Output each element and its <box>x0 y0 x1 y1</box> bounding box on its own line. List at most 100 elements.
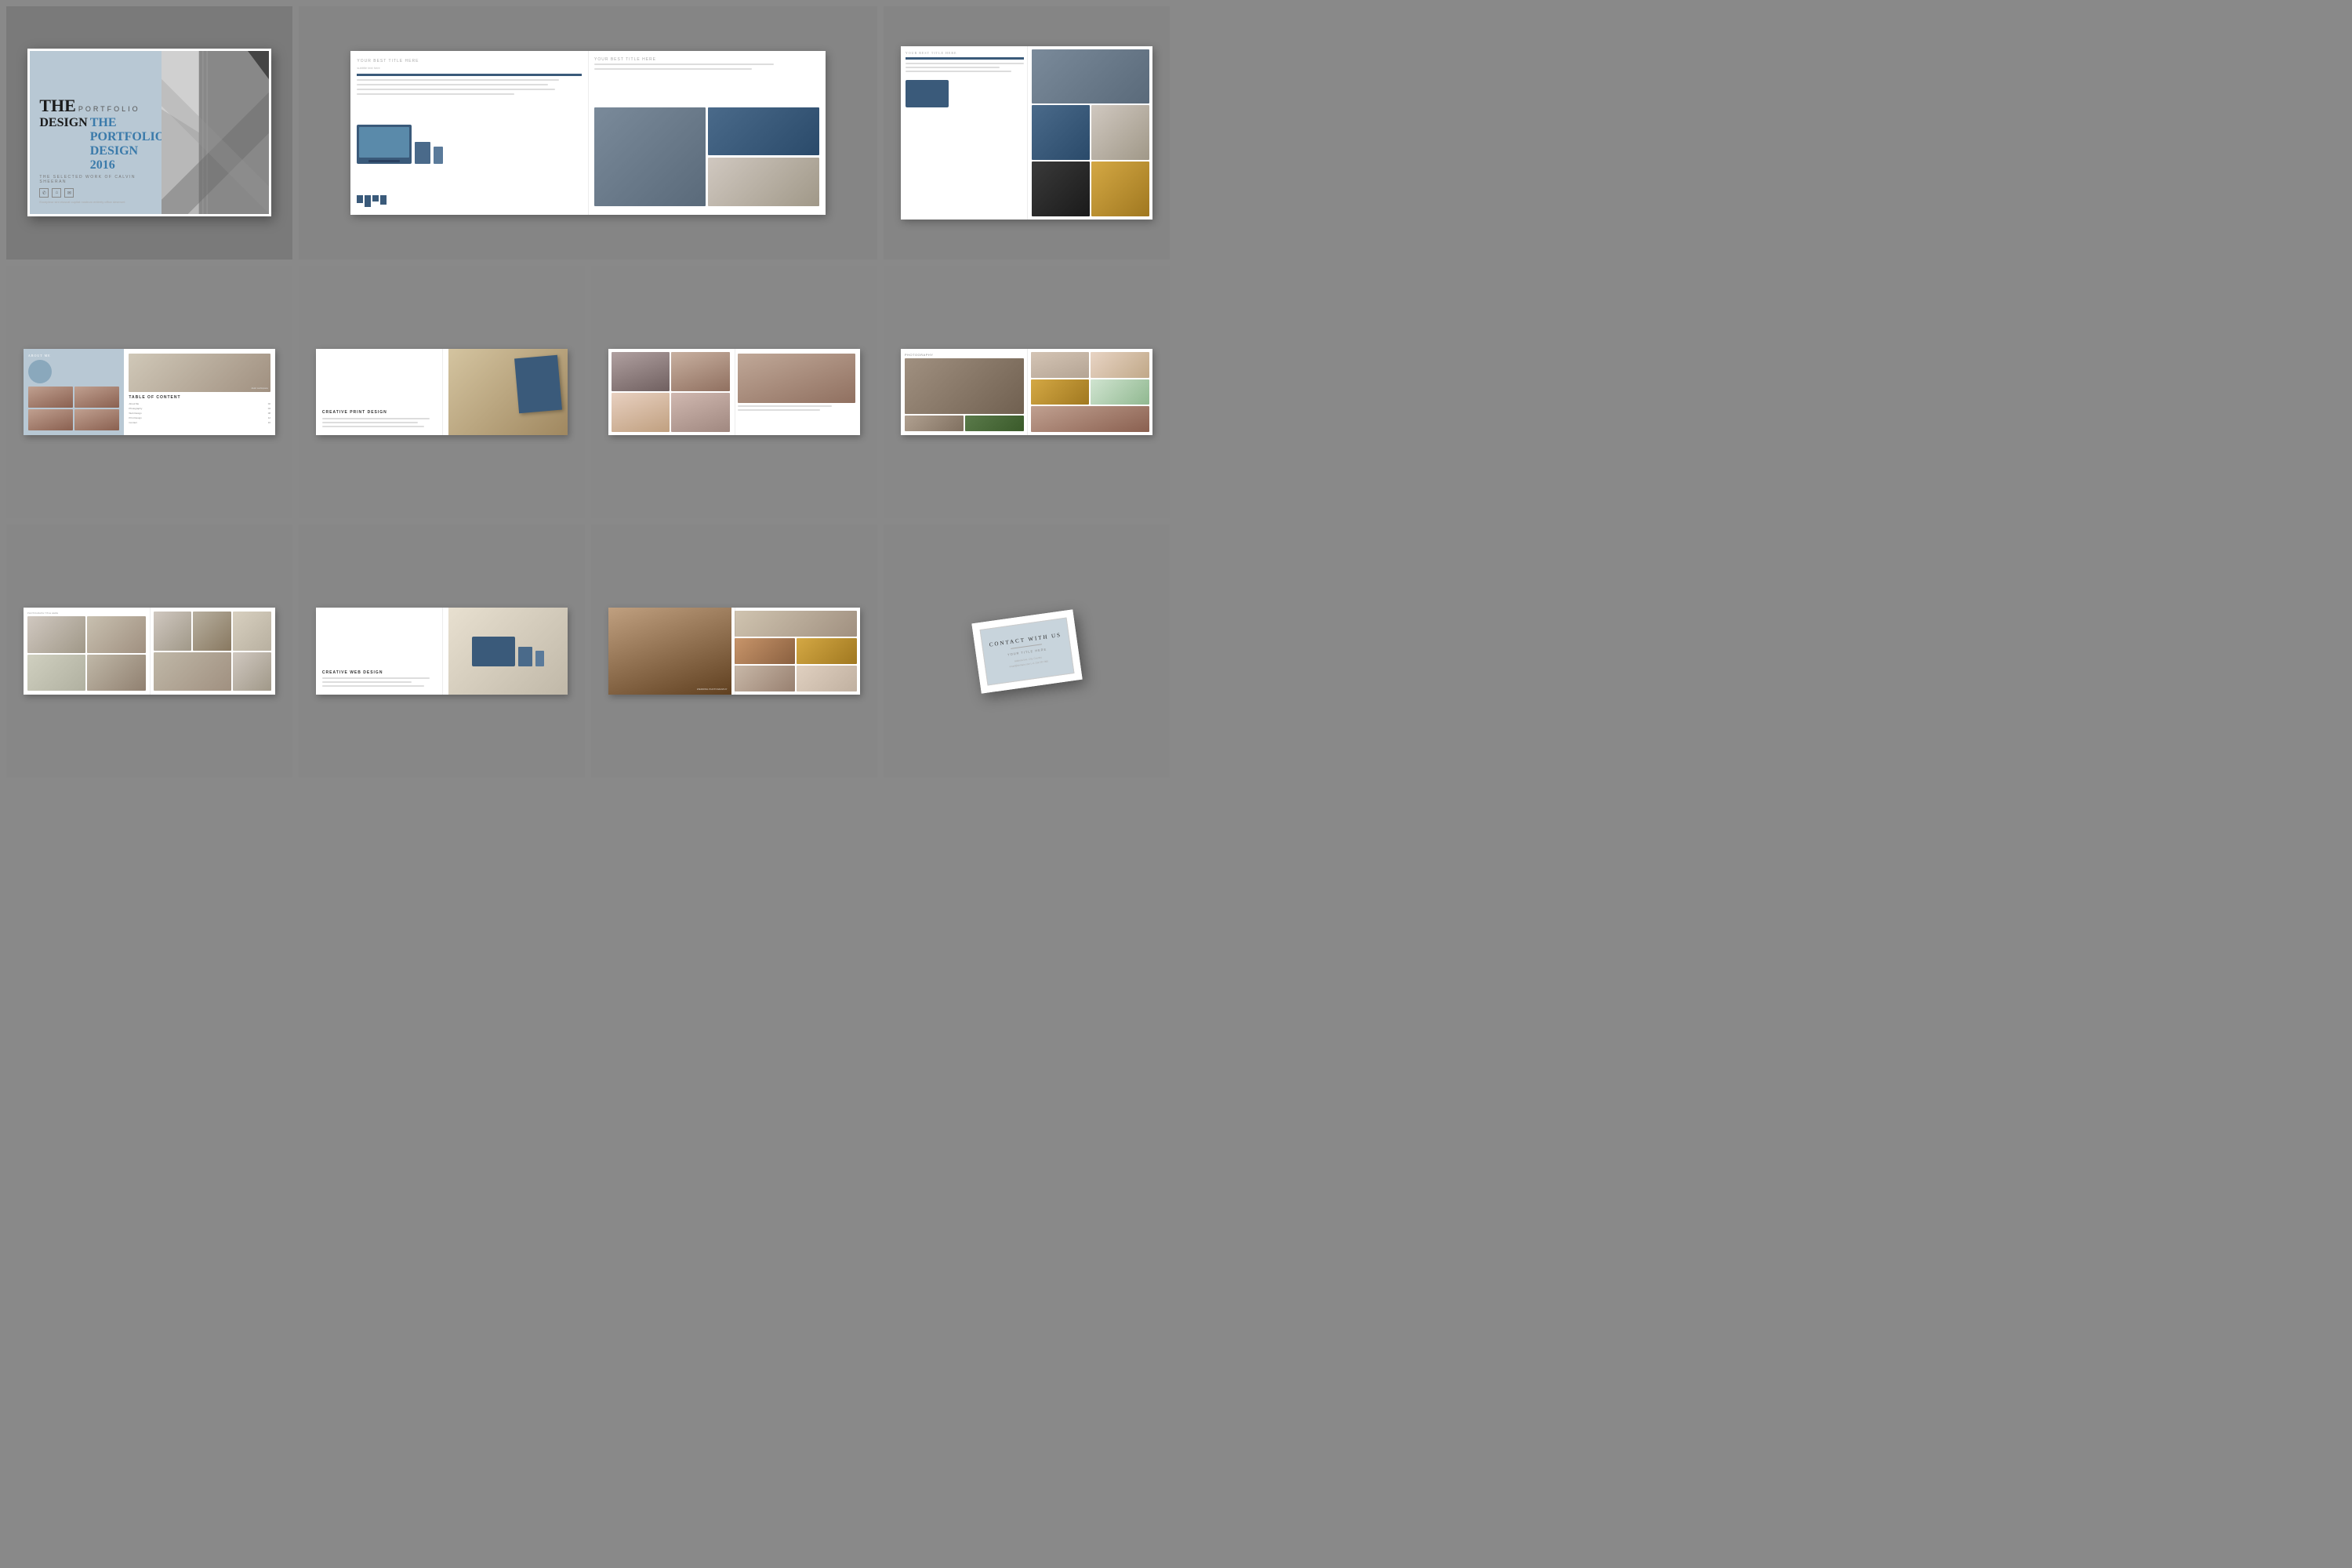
wedding2-caption: WEDDING PHOTOGRAPHY <box>697 688 728 691</box>
prod-r4 <box>154 652 232 691</box>
wd1-p1 <box>1031 352 1090 378</box>
web-lines <box>322 677 442 688</box>
cover-the: THE <box>39 96 75 116</box>
cell-wedding2: WEDDING PHOTOGRAPHY <box>591 524 877 778</box>
cell-tech1: YOUR BEST TITLE HERE subtitle text here <box>299 6 877 260</box>
accent-bar <box>357 74 582 76</box>
fashion-photo-4 <box>671 393 729 432</box>
products-left: PHOTOGRAPH TITLE HERE <box>24 608 150 695</box>
cover-subtitle: THE SELECTED WORK OF CALVIN SHEERAN <box>39 175 151 184</box>
contact-book: CONTACT WITH US YOUR TITLE HERE Address … <box>971 609 1082 693</box>
products-right <box>150 608 276 695</box>
print-spread: CREATIVE PRINT DESIGN <box>316 349 568 436</box>
cover-year: THE PORTFOLIO DESIGN 2016 <box>90 116 165 172</box>
tech-spread-2: YOUR BEST TITLE HERE <box>901 46 1152 220</box>
wd1-p4 <box>1091 379 1149 405</box>
toc-item-3: Web Design08 <box>129 412 270 415</box>
tech2-photo-2 <box>1032 105 1090 160</box>
wedding1-left: PHOTOGRAPHY <box>901 349 1028 436</box>
prod-p4 <box>87 655 145 691</box>
tech2-photo-3 <box>1091 105 1149 160</box>
cover-portfolio: PORTFOLIO <box>78 105 140 113</box>
prod-r2 <box>193 612 231 650</box>
prod-r5 <box>233 652 271 691</box>
tech-right-page: YOUR BEST TITLE HERE <box>588 51 826 215</box>
toc-item-5: Contact16 <box>129 421 270 424</box>
wedding1-right <box>1028 349 1153 436</box>
web-left: CREATIVE WEB DESIGN <box>316 608 448 695</box>
fashion-spread <box>608 349 860 436</box>
icon-phone: ✆ <box>39 188 49 198</box>
about-photo-grid <box>28 387 119 431</box>
web-label: CREATIVE WEB DESIGN <box>322 670 442 675</box>
tech2-photo-5 <box>1091 162 1149 216</box>
cover-desc-text: Excepteur sint eiuscat cupitat nostrum e… <box>39 200 151 205</box>
phone-device <box>434 147 443 164</box>
table-of-content: TABLE OF CONTENT About Me02 Photography0… <box>129 395 270 430</box>
prod-p3 <box>27 655 85 691</box>
toc-item-2: Photography04 <box>129 407 270 410</box>
tech2-heading: YOUR BEST TITLE HERE <box>906 51 1024 55</box>
contact-inner-panel: CONTACT WITH US YOUR TITLE HERE Address … <box>979 617 1074 685</box>
tech-heading-left: YOUR BEST TITLE HERE <box>357 59 582 64</box>
wd2-main <box>735 611 858 637</box>
profile-circle <box>28 360 52 383</box>
wd1-p3 <box>1031 379 1090 405</box>
tablet-device <box>415 142 430 164</box>
fashion-left-grid <box>608 349 733 436</box>
profile-photo-3 <box>28 409 73 430</box>
contact-details: Address line, City, Country email@domain… <box>1008 655 1048 669</box>
wedding2-main-photo <box>608 608 731 695</box>
wedding1-label: PHOTOGRAPHY <box>905 353 1024 357</box>
web-right <box>448 608 568 695</box>
building-image <box>162 51 269 214</box>
print-lines <box>322 418 442 429</box>
about-left-panel: ABOUT ME <box>24 349 124 436</box>
wd2-p4 <box>797 666 857 691</box>
cell-web: CREATIVE WEB DESIGN <box>299 524 585 778</box>
cell-wedding1: PHOTOGRAPHY <box>884 266 1170 519</box>
tablet-mockup <box>514 354 562 413</box>
fashion-photo-3 <box>612 393 670 432</box>
tech-heading-right: YOUR BEST TITLE HERE <box>594 57 819 62</box>
cell-cover: THE PORTFOLIO DESIGN THE PORTFOLIO DESIG… <box>6 6 292 260</box>
products-spread: PHOTOGRAPH TITLE HERE <box>24 608 275 695</box>
wd2-p1 <box>735 638 795 664</box>
cover-design: DESIGN <box>39 116 87 130</box>
cell-tech2: YOUR BEST TITLE HERE <box>884 6 1170 260</box>
tech2-left: YOUR BEST TITLE HERE <box>901 46 1029 220</box>
tech2-accent <box>906 57 1024 60</box>
fashion-portrait <box>738 354 856 404</box>
web-tablet <box>518 647 532 666</box>
bar-chart <box>357 195 582 207</box>
wedding1-thumb-1 <box>905 416 964 431</box>
wedding1-photo-row <box>905 416 1024 431</box>
portfolio-grid: THE PORTFOLIO DESIGN THE PORTFOLIO DESIG… <box>0 0 1176 784</box>
prod-p1 <box>27 616 85 652</box>
cell-fashion <box>591 266 877 519</box>
profile-photo-4 <box>74 409 119 430</box>
cover-book: THE PORTFOLIO DESIGN THE PORTFOLIO DESIG… <box>27 49 270 216</box>
web-laptop <box>472 637 515 666</box>
web-phone <box>535 651 544 666</box>
laptop-device <box>357 125 412 164</box>
about-right-panel: desk workspace TABLE OF CONTENT About Me… <box>124 349 275 436</box>
cell-about: ABOUT ME desk workspace TABLE OF CONTENT <box>6 266 292 519</box>
cover-icons-row: ✆ ⌂ ✉ <box>39 188 151 198</box>
print-left: CREATIVE PRINT DESIGN <box>316 349 448 436</box>
desk-photo: desk workspace <box>129 354 270 392</box>
cover-left-panel: THE PORTFOLIO DESIGN THE PORTFOLIO DESIG… <box>30 51 161 214</box>
cover-right-panel <box>162 51 269 214</box>
cell-print: CREATIVE PRINT DESIGN <box>299 266 585 519</box>
wedding1-photo-main <box>905 358 1024 415</box>
fashion-photo-2 <box>671 352 729 391</box>
wedding1-thumb-2 <box>965 416 1024 431</box>
wedding2-left: WEDDING PHOTOGRAPHY <box>608 608 731 695</box>
web-spread: CREATIVE WEB DESIGN <box>316 608 568 695</box>
prod-r3 <box>233 612 271 650</box>
toc-item-1: About Me02 <box>129 402 270 405</box>
icon-camera: ⌂ <box>52 188 61 198</box>
cell-contact: CONTACT WITH US YOUR TITLE HERE Address … <box>884 524 1170 778</box>
wedding2-spread: WEDDING PHOTOGRAPHY <box>608 608 860 695</box>
print-label: CREATIVE PRINT DESIGN <box>322 410 442 415</box>
